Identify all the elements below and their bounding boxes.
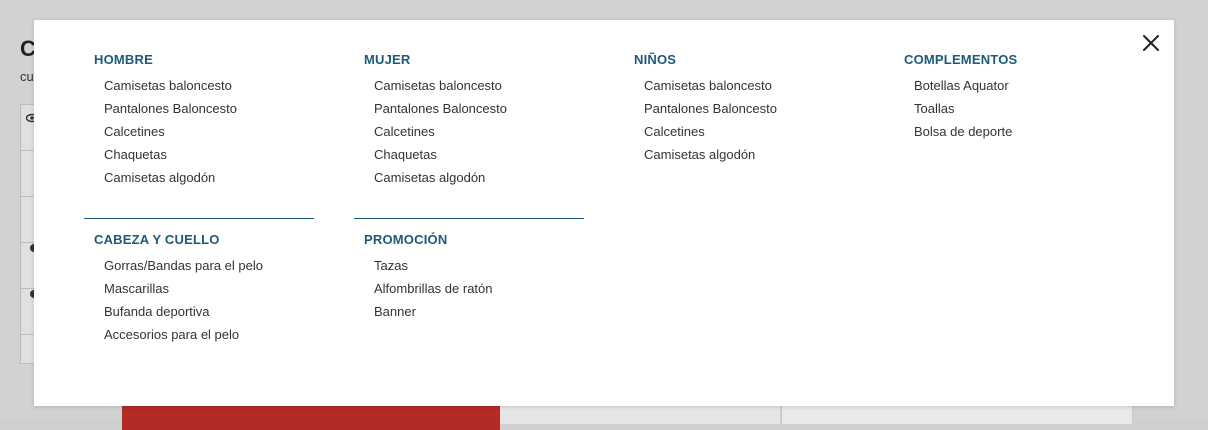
menu-item[interactable]: Pantalones Baloncesto (644, 97, 864, 120)
menu-item[interactable]: Bolsa de deporte (914, 120, 1134, 143)
category-heading[interactable]: NIÑOS (634, 52, 864, 68)
menu-item[interactable]: Calcetines (104, 120, 324, 143)
menu-item[interactable]: Gorras/Bandas para el pelo (104, 254, 324, 277)
menu-column-cabeza-y-cuello: CABEZA Y CUELLO Gorras/Bandas para el pe… (94, 232, 324, 346)
menu-column-mujer: MUJER Camisetas baloncesto Pantalones Ba… (364, 52, 594, 189)
menu-item[interactable]: Alfombrillas de ratón (374, 277, 594, 300)
page-subtitle: cu (20, 69, 34, 84)
menu-item[interactable]: Tazas (374, 254, 594, 277)
category-list: Camisetas baloncesto Pantalones Balonces… (634, 74, 864, 166)
menu-item[interactable]: Calcetines (644, 120, 864, 143)
category-heading[interactable]: HOMBRE (94, 52, 324, 68)
menu-column-ninos: NIÑOS Camisetas baloncesto Pantalones Ba… (634, 52, 864, 166)
menu-item[interactable]: Chaquetas (104, 143, 324, 166)
menu-item[interactable]: Chaquetas (374, 143, 594, 166)
menu-item[interactable]: Camisetas algodón (644, 143, 864, 166)
category-menu-modal: HOMBRE Camisetas baloncesto Pantalones B… (34, 20, 1174, 406)
category-list: Gorras/Bandas para el pelo Mascarillas B… (94, 254, 324, 346)
menu-item[interactable]: Pantalones Baloncesto (374, 97, 594, 120)
product-card (500, 404, 780, 424)
menu-item[interactable]: Bufanda deportiva (104, 300, 324, 323)
menu-item[interactable]: Camisetas algodón (374, 166, 594, 189)
category-heading[interactable]: MUJER (364, 52, 594, 68)
category-list: Tazas Alfombrillas de ratón Banner (364, 254, 594, 323)
menu-column-complementos: COMPLEMENTOS Botellas Aquator Toallas Bo… (904, 52, 1134, 143)
menu-item[interactable]: Botellas Aquator (914, 74, 1134, 97)
menu-item[interactable]: Pantalones Baloncesto (104, 97, 324, 120)
product-card (781, 404, 1133, 424)
menu-item[interactable]: Accesorios para el pelo (104, 323, 324, 346)
close-icon (1143, 35, 1159, 51)
close-button[interactable] (1141, 33, 1161, 53)
menu-item[interactable]: Banner (374, 300, 594, 323)
menu-item[interactable]: Camisetas algodón (104, 166, 324, 189)
menu-item[interactable]: Camisetas baloncesto (374, 74, 594, 97)
category-heading[interactable]: PROMOCIÓN (364, 232, 594, 248)
category-list: Camisetas baloncesto Pantalones Balonces… (364, 74, 594, 189)
menu-item[interactable]: Calcetines (374, 120, 594, 143)
menu-column-hombre: HOMBRE Camisetas baloncesto Pantalones B… (94, 52, 324, 189)
category-list: Botellas Aquator Toallas Bolsa de deport… (904, 74, 1134, 143)
menu-item[interactable]: Toallas (914, 97, 1134, 120)
divider (354, 218, 584, 219)
menu-item[interactable]: Camisetas baloncesto (104, 74, 324, 97)
category-list: Camisetas baloncesto Pantalones Balonces… (94, 74, 324, 189)
menu-column-promocion: PROMOCIÓN Tazas Alfombrillas de ratón Ba… (364, 232, 594, 323)
divider (84, 218, 314, 219)
category-heading[interactable]: COMPLEMENTOS (904, 52, 1134, 68)
category-heading[interactable]: CABEZA Y CUELLO (94, 232, 324, 248)
menu-item[interactable]: Camisetas baloncesto (644, 74, 864, 97)
menu-item[interactable]: Mascarillas (104, 277, 324, 300)
